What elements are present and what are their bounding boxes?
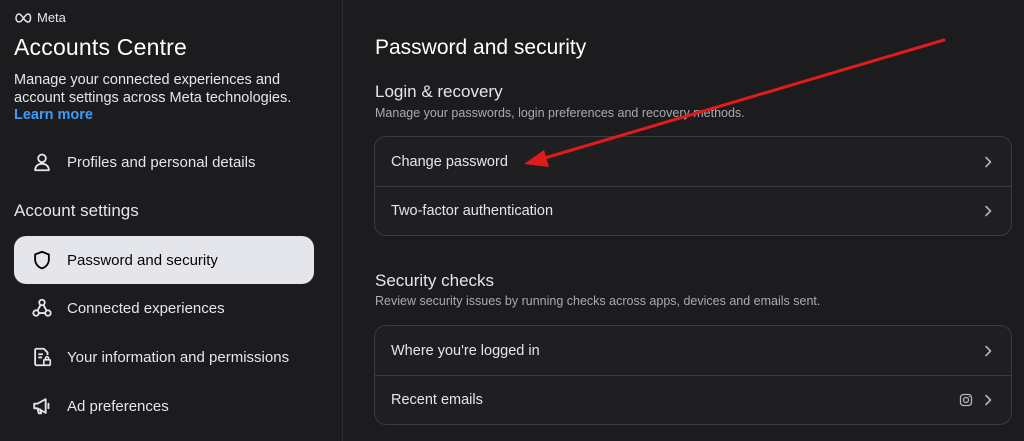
account-settings-heading: Account settings [14,201,139,220]
security-checks-subtitle: Review security issues by running checks… [375,294,821,308]
page-title: Password and security [375,36,587,59]
sidebar: Meta Accounts Centre Manage your connect… [0,0,343,441]
sidebar-description: Manage your connected experiences and ac… [14,72,292,106]
where-logged-in-row[interactable]: Where you're logged in [375,326,1011,375]
sidebar-item-connected-experiences[interactable]: Connected experiences [14,284,314,332]
brand-name: Meta [37,10,66,25]
two-factor-row[interactable]: Two-factor authentication [375,186,1011,235]
chevron-right-icon [985,394,992,406]
person-icon [30,150,54,174]
sidebar-item-label: Ad preferences [67,397,169,415]
login-recovery-subtitle: Manage your passwords, login preferences… [375,106,745,120]
sidebar-item-ad-preferences[interactable]: Ad preferences [14,382,314,430]
recent-emails-row[interactable]: Recent emails [375,375,1011,424]
instagram-icon [959,393,973,407]
sidebar-item-label: Password and security [67,251,218,269]
main-content: Password and security Login & recovery M… [344,0,1024,441]
row-label: Recent emails [391,392,483,408]
meta-logo: Meta [14,10,66,25]
app-title: Accounts Centre [14,34,188,60]
sidebar-item-label: Profiles and personal details [67,153,256,171]
chevron-right-icon [985,156,992,167]
sidebar-item-label: Your information and permissions [67,348,290,366]
chevron-right-icon [985,205,992,217]
megaphone-icon [30,394,54,418]
nodes-icon [30,296,54,320]
meta-infinity-icon [15,12,32,23]
learn-more-link[interactable]: Learn more [14,107,93,123]
document-lock-icon [30,345,54,369]
sidebar-item-password-security[interactable]: Password and security [14,236,314,284]
row-label: Change password [391,153,508,170]
sidebar-item-profiles[interactable]: Profiles and personal details [14,138,314,186]
change-password-row[interactable]: Change password [375,137,1011,186]
login-recovery-card: Change password Two-factor authenticatio… [374,136,1012,236]
login-recovery-heading: Login & recovery [375,82,503,101]
shield-icon [30,248,54,272]
sidebar-item-label: Connected experiences [67,299,225,317]
security-checks-heading: Security checks [375,271,495,290]
row-label: Where you're logged in [391,342,540,359]
security-checks-card: Where you're logged in Recent emails [374,325,1012,425]
sidebar-item-your-information[interactable]: Your information and permissions [14,333,314,381]
row-label: Two-factor authentication [391,203,554,219]
chevron-right-icon [985,345,992,356]
